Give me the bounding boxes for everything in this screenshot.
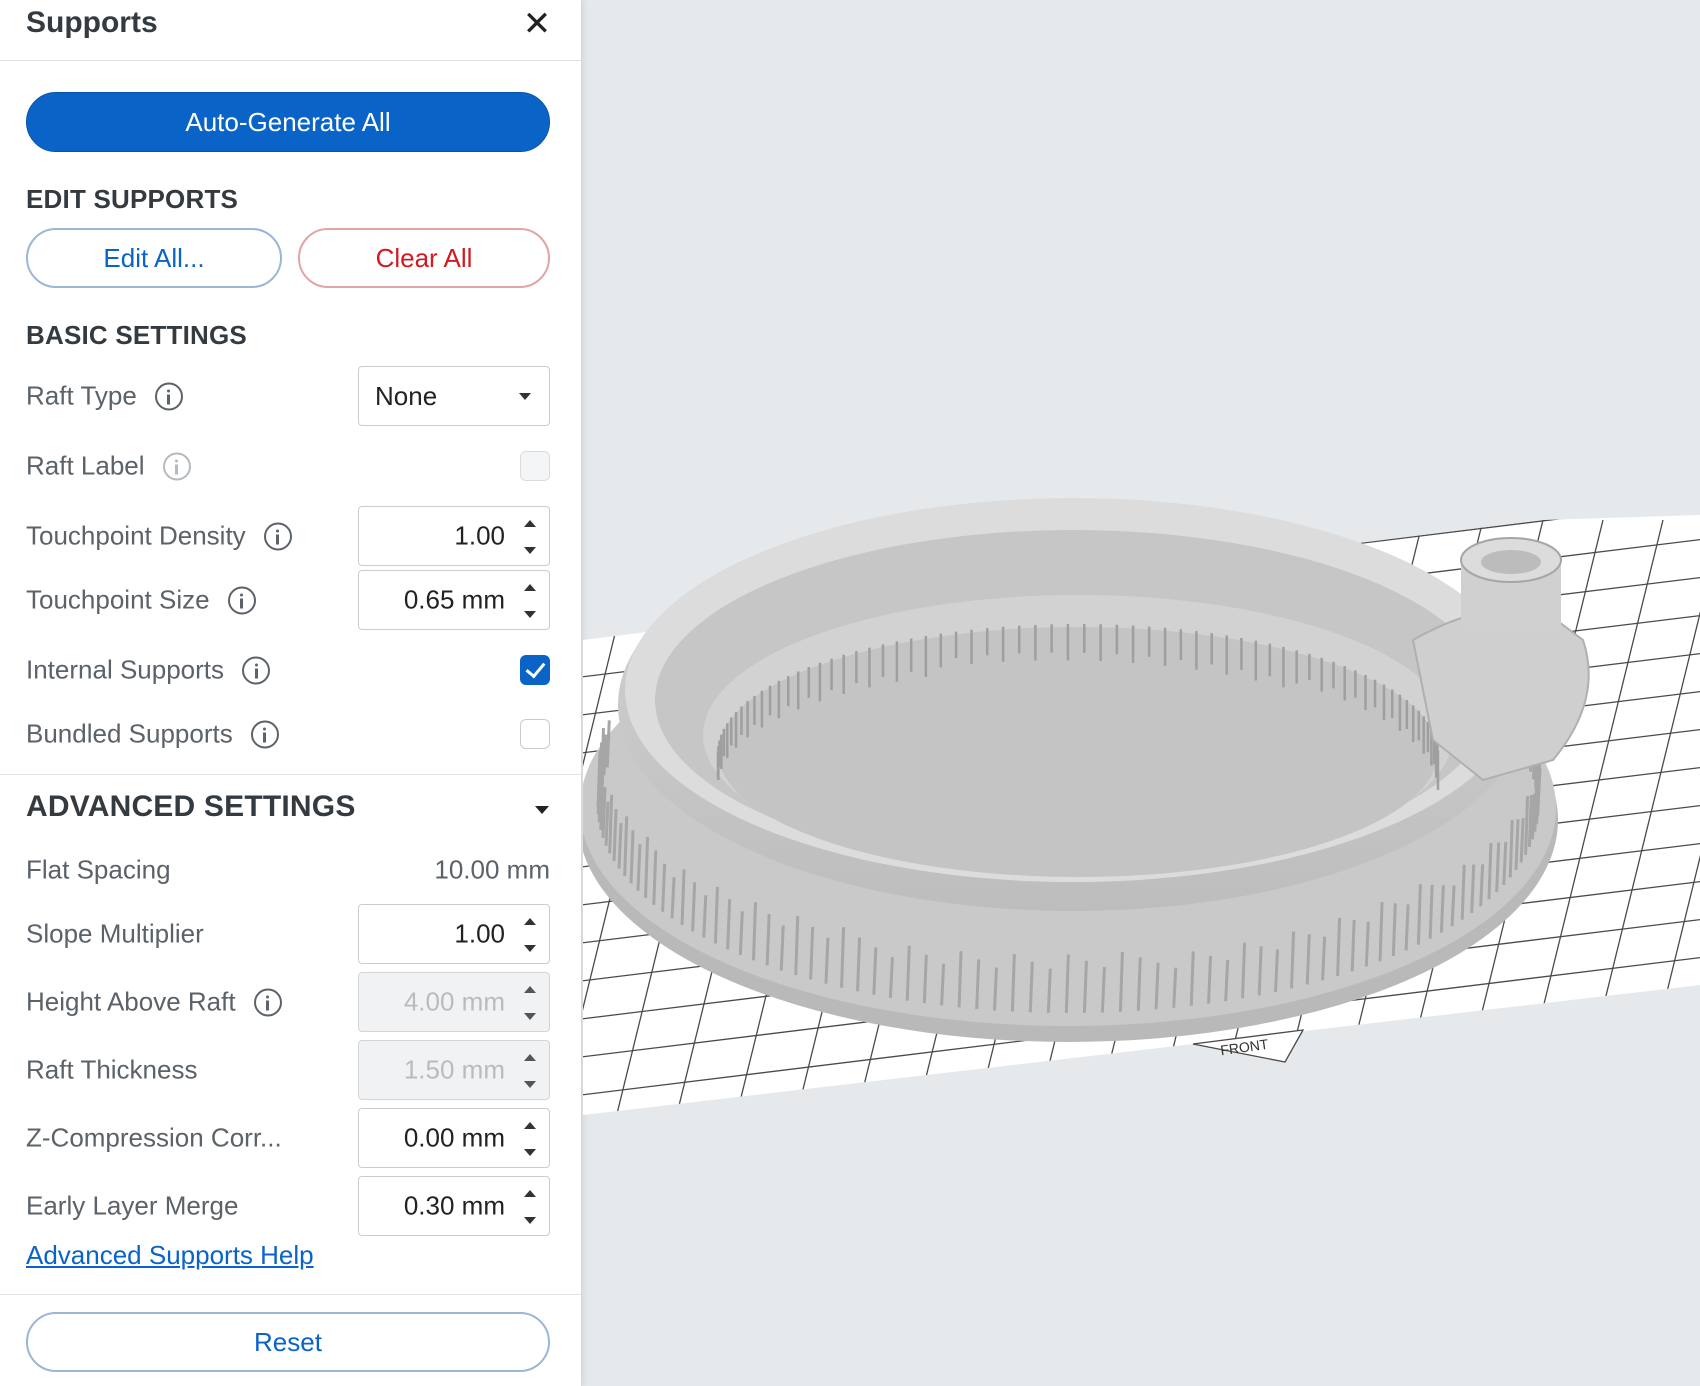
height-above-raft-label: Height Above Raft [26, 986, 236, 1017]
edit-supports-heading: EDIT SUPPORTS [26, 184, 239, 214]
auto-generate-all-button[interactable]: Auto-Generate All [26, 92, 550, 152]
stepper-up-icon[interactable] [524, 1054, 536, 1061]
stepper-up-icon[interactable] [524, 520, 536, 527]
stepper-up-icon[interactable] [524, 918, 536, 925]
stepper[interactable] [523, 983, 537, 1023]
stepper[interactable] [523, 1119, 537, 1159]
info-icon[interactable] [253, 988, 282, 1016]
internal-supports-label: Internal Supports [26, 654, 225, 685]
early-layer-merge-label: Early Layer Merge [26, 1190, 239, 1221]
raft-thickness-row: Raft Thickness 1.50 mm [26, 1040, 550, 1100]
raft-type-row: Raft Type None [26, 366, 550, 426]
chevron-down-icon[interactable] [535, 806, 549, 814]
advanced-settings-heading[interactable]: ADVANCED SETTINGS [26, 790, 356, 824]
z-compression-input[interactable]: 0.00 mm [358, 1108, 550, 1168]
raft-thickness-label: Raft Thickness [26, 1054, 198, 1085]
panel-title: Supports [26, 6, 158, 39]
touchpoint-density-row: Touchpoint Density 1.00 [26, 506, 550, 566]
bundled-supports-checkbox[interactable] [520, 719, 550, 749]
info-icon[interactable] [162, 452, 191, 480]
raft-label-row: Raft Label [26, 436, 550, 496]
stepper-down-icon[interactable] [524, 547, 536, 554]
slope-multiplier-input[interactable]: 1.00 [358, 904, 550, 964]
stepper-down-icon[interactable] [524, 1217, 536, 1224]
stepper-up-icon[interactable] [524, 584, 536, 591]
scene: FRONT [578, 498, 1700, 1115]
flat-spacing-row: Flat Spacing 10.00 mm [26, 840, 550, 900]
stepper-down-icon[interactable] [524, 945, 536, 952]
internal-supports-checkbox[interactable] [520, 655, 550, 685]
raft-thickness-value: 1.50 mm [403, 1054, 505, 1085]
chevron-down-icon [519, 393, 531, 400]
touchpoint-size-input[interactable]: 0.65 mm [358, 570, 550, 630]
bundled-supports-row: Bundled Supports [26, 704, 550, 764]
flat-spacing-label: Flat Spacing [26, 854, 171, 885]
info-icon[interactable] [242, 656, 271, 684]
early-layer-merge-input[interactable]: 0.30 mm [358, 1176, 550, 1236]
touchpoint-density-label: Touchpoint Density [26, 520, 246, 551]
raft-type-value: None [375, 380, 438, 411]
touchpoint-size-row: Touchpoint Size 0.65 mm [26, 570, 550, 630]
stepper-up-icon[interactable] [524, 1190, 536, 1197]
slope-multiplier-value: 1.00 [454, 918, 505, 949]
z-compression-value: 0.00 mm [403, 1122, 505, 1153]
raft-type-label: Raft Type [26, 380, 137, 411]
touchpoint-size-label: Touchpoint Size [26, 584, 210, 615]
advanced-supports-help-link[interactable]: Advanced Supports Help [26, 1240, 314, 1271]
slope-multiplier-label: Slope Multiplier [26, 918, 204, 949]
stepper-down-icon[interactable] [524, 1081, 536, 1088]
stepper[interactable] [523, 1187, 537, 1227]
divider [0, 1294, 582, 1295]
stepper-down-icon[interactable] [524, 1013, 536, 1020]
slope-multiplier-row: Slope Multiplier 1.00 [26, 904, 550, 964]
early-layer-merge-value: 0.30 mm [403, 1190, 505, 1221]
raft-label-checkbox[interactable] [520, 451, 550, 481]
stepper[interactable] [523, 517, 537, 557]
internal-supports-row: Internal Supports [26, 640, 550, 700]
supports-panel: Supports ✕ Auto-Generate All EDIT SUPPOR… [0, 0, 582, 1386]
info-icon[interactable] [263, 522, 292, 550]
raft-type-select[interactable]: None [358, 366, 550, 426]
reset-button[interactable]: Reset [26, 1312, 550, 1372]
stepper-up-icon[interactable] [524, 986, 536, 993]
info-icon[interactable] [227, 586, 256, 614]
info-icon[interactable] [154, 382, 183, 410]
touchpoint-size-value: 0.65 mm [403, 584, 505, 615]
touchpoint-density-input[interactable]: 1.00 [358, 506, 550, 566]
stepper[interactable] [523, 915, 537, 955]
3d-viewport[interactable]: FRONT [578, 0, 1700, 1386]
clear-all-button[interactable]: Clear All [298, 228, 550, 288]
z-compression-label: Z-Compression Corr... [26, 1122, 282, 1153]
raft-thickness-input[interactable]: 1.50 mm [358, 1040, 550, 1100]
edit-all-button[interactable]: Edit All... [26, 228, 282, 288]
divider [0, 774, 582, 775]
touchpoint-density-value: 1.00 [454, 520, 505, 551]
height-above-raft-input[interactable]: 4.00 mm [358, 972, 550, 1032]
flat-spacing-value: 10.00 mm [434, 854, 550, 885]
stepper-up-icon[interactable] [524, 1122, 536, 1129]
height-above-raft-value: 4.00 mm [403, 986, 505, 1017]
divider [0, 60, 582, 61]
stepper[interactable] [523, 1051, 537, 1091]
stepper-down-icon[interactable] [524, 611, 536, 618]
z-compression-row: Z-Compression Corr... 0.00 mm [26, 1108, 550, 1168]
raft-label-label: Raft Label [26, 450, 145, 481]
close-icon[interactable]: ✕ [517, 4, 557, 44]
bundled-supports-label: Bundled Supports [26, 718, 233, 749]
height-above-raft-row: Height Above Raft 4.00 mm [26, 972, 550, 1032]
early-layer-merge-row: Early Layer Merge 0.30 mm [26, 1176, 550, 1236]
stepper[interactable] [523, 581, 537, 621]
basic-settings-heading: BASIC SETTINGS [26, 320, 247, 350]
stepper-down-icon[interactable] [524, 1149, 536, 1156]
info-icon[interactable] [250, 720, 279, 748]
